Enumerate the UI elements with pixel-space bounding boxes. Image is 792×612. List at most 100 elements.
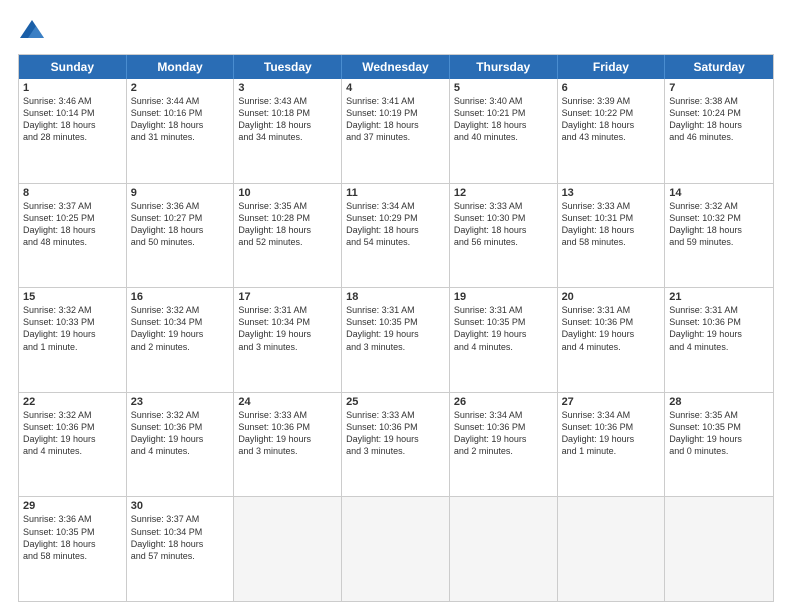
day-info: Sunrise: 3:44 AMSunset: 10:16 PMDaylight… [131,95,230,144]
day-number: 13 [562,187,661,199]
day-cell-14: 14Sunrise: 3:32 AMSunset: 10:32 PMDaylig… [665,184,773,288]
day-cell-13: 13Sunrise: 3:33 AMSunset: 10:31 PMDaylig… [558,184,666,288]
day-info: Sunrise: 3:31 AMSunset: 10:35 PMDaylight… [454,304,553,353]
day-info: Sunrise: 3:36 AMSunset: 10:27 PMDaylight… [131,200,230,249]
day-cell-9: 9Sunrise: 3:36 AMSunset: 10:27 PMDayligh… [127,184,235,288]
day-number: 25 [346,396,445,408]
header-day-wednesday: Wednesday [342,55,450,79]
day-number: 1 [23,82,122,94]
day-number: 5 [454,82,553,94]
day-cell-24: 24Sunrise: 3:33 AMSunset: 10:36 PMDaylig… [234,393,342,497]
day-cell-12: 12Sunrise: 3:33 AMSunset: 10:30 PMDaylig… [450,184,558,288]
day-number: 18 [346,291,445,303]
header [18,18,774,46]
week-row-5: 29Sunrise: 3:36 AMSunset: 10:35 PMDaylig… [19,496,773,601]
day-number: 16 [131,291,230,303]
day-number: 12 [454,187,553,199]
day-cell-23: 23Sunrise: 3:32 AMSunset: 10:36 PMDaylig… [127,393,235,497]
day-number: 23 [131,396,230,408]
day-number: 8 [23,187,122,199]
empty-cell [450,497,558,601]
day-number: 14 [669,187,769,199]
day-number: 29 [23,500,122,512]
empty-cell [665,497,773,601]
day-info: Sunrise: 3:32 AMSunset: 10:36 PMDaylight… [23,409,122,458]
day-info: Sunrise: 3:32 AMSunset: 10:36 PMDaylight… [131,409,230,458]
day-cell-10: 10Sunrise: 3:35 AMSunset: 10:28 PMDaylig… [234,184,342,288]
day-cell-11: 11Sunrise: 3:34 AMSunset: 10:29 PMDaylig… [342,184,450,288]
day-number: 22 [23,396,122,408]
logo [18,18,50,46]
day-info: Sunrise: 3:31 AMSunset: 10:35 PMDaylight… [346,304,445,353]
day-info: Sunrise: 3:33 AMSunset: 10:36 PMDaylight… [346,409,445,458]
day-cell-26: 26Sunrise: 3:34 AMSunset: 10:36 PMDaylig… [450,393,558,497]
day-info: Sunrise: 3:35 AMSunset: 10:28 PMDaylight… [238,200,337,249]
day-info: Sunrise: 3:36 AMSunset: 10:35 PMDaylight… [23,513,122,562]
day-number: 30 [131,500,230,512]
week-row-1: 1Sunrise: 3:46 AMSunset: 10:14 PMDayligh… [19,79,773,183]
page: SundayMondayTuesdayWednesdayThursdayFrid… [0,0,792,612]
day-cell-7: 7Sunrise: 3:38 AMSunset: 10:24 PMDayligh… [665,79,773,183]
day-number: 7 [669,82,769,94]
day-info: Sunrise: 3:34 AMSunset: 10:36 PMDaylight… [454,409,553,458]
week-row-3: 15Sunrise: 3:32 AMSunset: 10:33 PMDaylig… [19,287,773,392]
day-number: 17 [238,291,337,303]
day-cell-20: 20Sunrise: 3:31 AMSunset: 10:36 PMDaylig… [558,288,666,392]
day-info: Sunrise: 3:34 AMSunset: 10:36 PMDaylight… [562,409,661,458]
day-info: Sunrise: 3:33 AMSunset: 10:31 PMDaylight… [562,200,661,249]
day-number: 26 [454,396,553,408]
day-cell-4: 4Sunrise: 3:41 AMSunset: 10:19 PMDayligh… [342,79,450,183]
day-cell-18: 18Sunrise: 3:31 AMSunset: 10:35 PMDaylig… [342,288,450,392]
header-day-tuesday: Tuesday [234,55,342,79]
day-number: 10 [238,187,337,199]
day-number: 11 [346,187,445,199]
day-info: Sunrise: 3:46 AMSunset: 10:14 PMDaylight… [23,95,122,144]
calendar: SundayMondayTuesdayWednesdayThursdayFrid… [18,54,774,602]
day-cell-25: 25Sunrise: 3:33 AMSunset: 10:36 PMDaylig… [342,393,450,497]
day-info: Sunrise: 3:39 AMSunset: 10:22 PMDaylight… [562,95,661,144]
day-cell-29: 29Sunrise: 3:36 AMSunset: 10:35 PMDaylig… [19,497,127,601]
day-info: Sunrise: 3:38 AMSunset: 10:24 PMDaylight… [669,95,769,144]
day-cell-1: 1Sunrise: 3:46 AMSunset: 10:14 PMDayligh… [19,79,127,183]
day-number: 21 [669,291,769,303]
week-row-4: 22Sunrise: 3:32 AMSunset: 10:36 PMDaylig… [19,392,773,497]
day-number: 20 [562,291,661,303]
day-number: 24 [238,396,337,408]
calendar-header: SundayMondayTuesdayWednesdayThursdayFrid… [19,55,773,79]
day-cell-22: 22Sunrise: 3:32 AMSunset: 10:36 PMDaylig… [19,393,127,497]
day-info: Sunrise: 3:32 AMSunset: 10:34 PMDaylight… [131,304,230,353]
day-cell-17: 17Sunrise: 3:31 AMSunset: 10:34 PMDaylig… [234,288,342,392]
day-cell-6: 6Sunrise: 3:39 AMSunset: 10:22 PMDayligh… [558,79,666,183]
header-day-monday: Monday [127,55,235,79]
empty-cell [558,497,666,601]
header-day-saturday: Saturday [665,55,773,79]
day-info: Sunrise: 3:40 AMSunset: 10:21 PMDaylight… [454,95,553,144]
day-info: Sunrise: 3:41 AMSunset: 10:19 PMDaylight… [346,95,445,144]
day-info: Sunrise: 3:37 AMSunset: 10:25 PMDaylight… [23,200,122,249]
day-number: 15 [23,291,122,303]
day-cell-5: 5Sunrise: 3:40 AMSunset: 10:21 PMDayligh… [450,79,558,183]
day-cell-15: 15Sunrise: 3:32 AMSunset: 10:33 PMDaylig… [19,288,127,392]
day-info: Sunrise: 3:31 AMSunset: 10:36 PMDaylight… [562,304,661,353]
day-number: 2 [131,82,230,94]
header-day-thursday: Thursday [450,55,558,79]
day-info: Sunrise: 3:43 AMSunset: 10:18 PMDaylight… [238,95,337,144]
day-info: Sunrise: 3:31 AMSunset: 10:36 PMDaylight… [669,304,769,353]
day-number: 4 [346,82,445,94]
day-info: Sunrise: 3:35 AMSunset: 10:35 PMDaylight… [669,409,769,458]
day-cell-3: 3Sunrise: 3:43 AMSunset: 10:18 PMDayligh… [234,79,342,183]
empty-cell [342,497,450,601]
day-number: 3 [238,82,337,94]
day-number: 6 [562,82,661,94]
header-day-sunday: Sunday [19,55,127,79]
day-cell-19: 19Sunrise: 3:31 AMSunset: 10:35 PMDaylig… [450,288,558,392]
day-cell-27: 27Sunrise: 3:34 AMSunset: 10:36 PMDaylig… [558,393,666,497]
day-info: Sunrise: 3:37 AMSunset: 10:34 PMDaylight… [131,513,230,562]
logo-icon [18,18,46,46]
week-row-2: 8Sunrise: 3:37 AMSunset: 10:25 PMDayligh… [19,183,773,288]
calendar-body: 1Sunrise: 3:46 AMSunset: 10:14 PMDayligh… [19,79,773,601]
day-cell-8: 8Sunrise: 3:37 AMSunset: 10:25 PMDayligh… [19,184,127,288]
day-info: Sunrise: 3:33 AMSunset: 10:30 PMDaylight… [454,200,553,249]
day-info: Sunrise: 3:33 AMSunset: 10:36 PMDaylight… [238,409,337,458]
day-number: 19 [454,291,553,303]
